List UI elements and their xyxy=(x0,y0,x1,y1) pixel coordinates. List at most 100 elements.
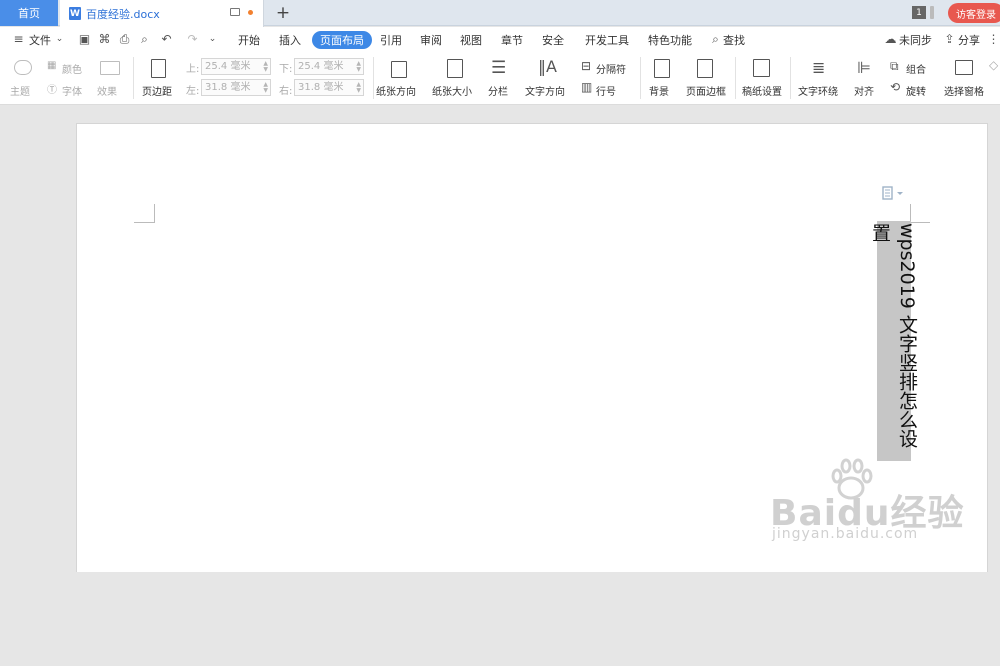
spinner-icon[interactable]: ▲ ▼ xyxy=(356,82,361,94)
columns-button[interactable]: 分栏 xyxy=(488,83,508,98)
baidu-watermark: Baidu经验 jingyan.baidu.com xyxy=(770,458,970,666)
tab-special-features[interactable]: 特色功能 xyxy=(648,31,692,49)
spinner-icon[interactable]: ▲ ▼ xyxy=(356,61,361,73)
font-button[interactable]: 字体 xyxy=(62,83,82,98)
wps-writer-icon: W xyxy=(69,7,81,20)
window-count-badge[interactable]: 1 xyxy=(912,6,926,19)
document-tab[interactable]: W 百度经验.docx xyxy=(60,0,264,27)
columns-icon[interactable]: ☰ xyxy=(491,58,506,78)
search-button[interactable]: 查找 xyxy=(723,31,745,49)
theme-button[interactable]: 主题 xyxy=(10,83,30,98)
file-menu[interactable]: 文件 xyxy=(29,31,51,49)
hamburger-menu-icon[interactable]: ≡ xyxy=(12,33,25,46)
ribbon-more-icon[interactable]: ◇ xyxy=(989,58,998,72)
color-button[interactable]: 颜色 xyxy=(62,61,82,76)
home-tab[interactable]: 首页 xyxy=(0,0,58,26)
chevron-down-icon[interactable]: ⌄ xyxy=(53,33,66,46)
pin-window-icon[interactable] xyxy=(230,8,240,16)
effect-button[interactable]: 效果 xyxy=(97,83,117,98)
text-wrap-button[interactable]: 文字环绕 xyxy=(798,83,838,98)
top-margin-input[interactable]: 25.4 毫米 ▲ ▼ xyxy=(201,58,271,75)
customize-toolbar-icon[interactable]: ⌄ xyxy=(206,33,219,46)
right-margin-value: 31.8 毫米 xyxy=(298,82,344,93)
tab-bar: 首页 W 百度经验.docx + 1 访客登录 xyxy=(0,0,1000,27)
line-numbers-button[interactable]: 行号 xyxy=(596,83,616,98)
sync-status[interactable]: 未同步 xyxy=(899,31,932,49)
draft-paper-icon[interactable] xyxy=(753,59,770,77)
right-margin-input[interactable]: 31.8 毫米 ▲ ▼ xyxy=(294,79,364,96)
vertical-text-box[interactable]: wps2019 文字竖排怎么设置 xyxy=(869,221,918,461)
right-margin-label: 右: xyxy=(279,86,293,97)
redo-icon[interactable]: ↷ xyxy=(186,33,199,46)
search-icon[interactable]: ⌕ xyxy=(709,33,722,46)
tab-review[interactable]: 审阅 xyxy=(420,31,442,49)
paper-size-button[interactable]: 纸张大小 xyxy=(432,83,472,98)
undo-icon[interactable]: ↶ xyxy=(160,33,173,46)
separator xyxy=(640,57,641,99)
page-border-button[interactable]: 页面边框 xyxy=(686,83,726,98)
print-icon[interactable]: ⎙ xyxy=(118,33,131,46)
page-border-icon[interactable] xyxy=(697,59,713,78)
draft-settings-button[interactable]: 稿纸设置 xyxy=(742,83,782,98)
bottom-margin-label: 下: xyxy=(279,64,293,75)
document-workspace: wps2019 文字竖排怎么设置 Baidu经验 jingyan.baidu.c… xyxy=(0,106,1000,572)
separator xyxy=(790,57,791,99)
text-direction-icon[interactable]: ‖A xyxy=(538,57,557,76)
bottom-margin-value: 25.4 毫米 xyxy=(298,61,344,72)
breaks-button[interactable]: 分隔符 xyxy=(596,61,626,76)
separator xyxy=(735,57,736,99)
page-layout-ribbon: 主题 ▦ 颜色 Ⓣ 字体 效果 页边距 上: 25.4 毫米 ▲ ▼ 下: 25.… xyxy=(0,53,1000,105)
line-numbers-icon: ▥ xyxy=(581,80,593,94)
group-button[interactable]: 组合 xyxy=(906,61,926,76)
selection-pane-button[interactable]: 选择窗格 xyxy=(944,83,984,98)
left-margin-input[interactable]: 31.8 毫米 ▲ ▼ xyxy=(201,79,271,96)
tab-start[interactable]: 开始 xyxy=(238,31,260,49)
print-preview-icon[interactable]: ⌕ xyxy=(138,33,151,46)
align-icon[interactable]: ⊫ xyxy=(857,58,871,77)
tab-insert[interactable]: 插入 xyxy=(279,31,301,49)
paper-size-icon[interactable] xyxy=(447,59,463,78)
background-button[interactable]: 背景 xyxy=(649,83,669,98)
margin-corner-mark xyxy=(134,222,154,223)
more-options-icon[interactable]: ⋮ xyxy=(987,33,1000,46)
separator xyxy=(373,57,374,99)
top-margin-label: 上: xyxy=(186,64,200,75)
page-margins-icon[interactable] xyxy=(151,59,166,78)
tab-security[interactable]: 安全 xyxy=(542,31,564,49)
visitor-login-button[interactable]: 访客登录 xyxy=(948,3,1000,23)
separator xyxy=(133,57,134,99)
page-margins-button[interactable]: 页边距 xyxy=(142,83,172,98)
text-wrap-icon[interactable]: ≣ xyxy=(812,58,825,77)
text-direction-button[interactable]: 文字方向 xyxy=(525,83,565,98)
layout-options-icon[interactable] xyxy=(882,186,904,200)
share-icon[interactable]: ⇪ xyxy=(943,33,956,46)
effect-icon[interactable] xyxy=(100,61,120,75)
share-button[interactable]: 分享 xyxy=(958,31,980,49)
menu-bar: ≡ 文件 ⌄ ▣ ⌘ ⎙ ⌕ ↶ ↷ ⌄ 开始 插入 页面布局 引用 审阅 视图… xyxy=(0,27,1000,53)
unsaved-indicator-icon xyxy=(248,10,253,15)
tab-view[interactable]: 视图 xyxy=(460,31,482,49)
format-painter-icon[interactable]: ⌘ xyxy=(98,33,111,46)
align-button[interactable]: 对齐 xyxy=(854,83,874,98)
spinner-icon[interactable]: ▲ ▼ xyxy=(263,82,268,94)
orientation-icon[interactable] xyxy=(391,61,407,78)
tab-chapter[interactable]: 章节 xyxy=(501,31,523,49)
orientation-button[interactable]: 纸张方向 xyxy=(376,83,416,98)
tab-references[interactable]: 引用 xyxy=(380,31,402,49)
cloud-sync-icon[interactable]: ☁ xyxy=(884,33,897,46)
bottom-margin-input[interactable]: 25.4 毫米 ▲ ▼ xyxy=(294,58,364,75)
spinner-icon[interactable]: ▲ ▼ xyxy=(263,61,268,73)
new-tab-button[interactable]: + xyxy=(272,1,294,25)
rotate-button[interactable]: 旋转 xyxy=(906,83,926,98)
theme-icon[interactable] xyxy=(14,60,32,75)
font-icon: Ⓣ xyxy=(47,85,57,96)
breaks-icon: ⊟ xyxy=(581,59,592,73)
save-icon[interactable]: ▣ xyxy=(78,33,91,46)
selection-pane-icon[interactable] xyxy=(955,60,973,75)
watermark-url: jingyan.baidu.com xyxy=(772,526,919,542)
tab-page-layout[interactable]: 页面布局 xyxy=(312,31,372,49)
rotate-icon: ⟲ xyxy=(890,80,901,94)
group-icon: ⧉ xyxy=(890,59,899,73)
tab-developer-tools[interactable]: 开发工具 xyxy=(585,31,629,49)
background-icon[interactable] xyxy=(654,59,670,78)
